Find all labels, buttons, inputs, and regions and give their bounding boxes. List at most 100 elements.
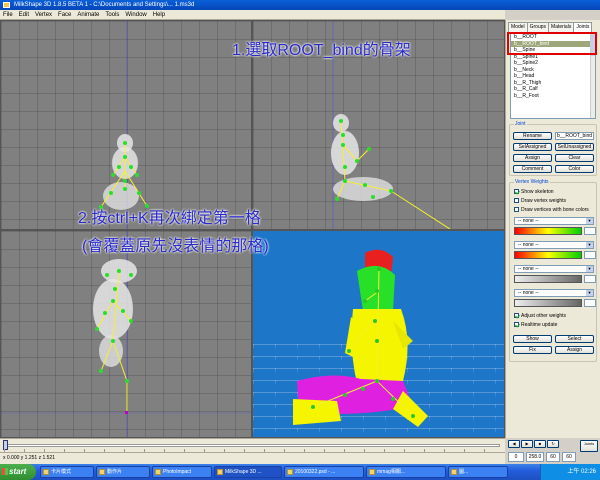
taskbar-item-active[interactable]: MilkShape 3D ... bbox=[214, 466, 282, 478]
folder-icon bbox=[99, 469, 105, 475]
loop-button[interactable]: ↻ bbox=[547, 440, 559, 448]
sel-unassigned-button[interactable]: SelUnassigned bbox=[555, 143, 594, 151]
draw-bone-colors-label: Draw vertices with bone colors bbox=[521, 207, 589, 213]
bone-select-1-value: -- none -- bbox=[518, 218, 539, 224]
frame-fps[interactable]: 60 bbox=[562, 452, 576, 462]
adjust-other-weights-label: Adjust other weights bbox=[521, 313, 567, 319]
rename-button[interactable]: Rename bbox=[513, 132, 552, 140]
start-button[interactable]: start bbox=[0, 464, 36, 480]
menu-help[interactable]: Help bbox=[150, 10, 168, 20]
menu-edit[interactable]: Edit bbox=[16, 10, 32, 20]
milkshape-icon bbox=[217, 469, 223, 475]
frame-start[interactable]: 258.0 bbox=[526, 452, 544, 462]
weight-value-1[interactable] bbox=[584, 227, 596, 235]
checkbox-box[interactable] bbox=[514, 313, 519, 319]
taskbar-item-label: 動作片 bbox=[107, 469, 123, 475]
select-button[interactable]: Select bbox=[555, 335, 594, 343]
taskbar-item-label: 圖... bbox=[459, 469, 469, 475]
chevron-down-icon[interactable]: ▼ bbox=[586, 266, 593, 272]
viewport-3d[interactable] bbox=[252, 230, 505, 438]
viewport-top-left[interactable] bbox=[0, 20, 252, 230]
window-title-bar[interactable]: MilkShape 3D 1.8.5 BETA 1 - C:\Documents… bbox=[0, 0, 600, 10]
start-label: start bbox=[9, 467, 27, 476]
folder-icon bbox=[43, 469, 49, 475]
show-skeleton-label: Show skeleton bbox=[521, 189, 554, 195]
highlight-box bbox=[507, 32, 597, 55]
comment-button[interactable]: Comment bbox=[513, 165, 552, 173]
show-skeleton-checkbox[interactable]: Show skeleton bbox=[514, 189, 554, 196]
chevron-down-icon[interactable]: ▼ bbox=[586, 290, 593, 296]
bone-select-4[interactable]: -- none -- ▼ bbox=[514, 289, 594, 297]
image-icon bbox=[287, 469, 293, 475]
weight-value-3[interactable] bbox=[584, 275, 596, 283]
menu-animate[interactable]: Animate bbox=[74, 10, 102, 20]
weight-value-4[interactable] bbox=[584, 299, 596, 307]
menu-tools[interactable]: Tools bbox=[102, 10, 122, 20]
show-button[interactable]: Show bbox=[513, 335, 552, 343]
weight-slider-2[interactable] bbox=[514, 251, 582, 259]
sel-assigned-button[interactable]: SelAssigned bbox=[513, 143, 552, 151]
animation-timeline[interactable] bbox=[0, 438, 505, 452]
taskbar-item[interactable]: 圖... bbox=[448, 466, 508, 478]
panel-tabs: Model Groups Materials Joints bbox=[508, 22, 598, 32]
taskbar-item[interactable]: 動作片 bbox=[96, 466, 150, 478]
tab-model[interactable]: Model bbox=[508, 22, 528, 32]
realtime-update-checkbox[interactable]: Realtime update bbox=[514, 322, 557, 329]
joints-mode-button[interactable]: Joints bbox=[580, 440, 598, 452]
taskbar-item-label: mmag相關... bbox=[377, 469, 406, 475]
bone-select-3[interactable]: -- none -- ▼ bbox=[514, 265, 594, 273]
clock[interactable]: 上午 02:26 bbox=[567, 469, 596, 475]
draw-vertex-weights-checkbox[interactable]: Draw vertex weights bbox=[514, 198, 566, 205]
vertex-weights-title: Vertex Weights bbox=[514, 179, 550, 185]
weight-slider-3[interactable] bbox=[514, 275, 582, 283]
menu-vertex[interactable]: Vertex bbox=[32, 10, 55, 20]
taskbar-item-label: MilkShape 3D ... bbox=[225, 469, 262, 475]
taskbar-item[interactable]: mmag相關... bbox=[366, 466, 446, 478]
menu-window[interactable]: Window bbox=[122, 10, 149, 20]
play-button[interactable]: ▶ bbox=[521, 440, 533, 448]
bone-select-1[interactable]: -- none -- ▼ bbox=[514, 217, 594, 225]
weight-value-2[interactable] bbox=[584, 251, 596, 259]
viewport-bottom-left[interactable] bbox=[0, 230, 252, 438]
tab-materials[interactable]: Materials bbox=[548, 22, 575, 32]
weight-slider-4[interactable] bbox=[514, 299, 582, 307]
image-icon bbox=[451, 469, 457, 475]
timeline-track[interactable] bbox=[4, 444, 500, 447]
app-icon bbox=[155, 469, 161, 475]
checkbox-box[interactable] bbox=[514, 322, 519, 328]
weight-slider-1[interactable] bbox=[514, 227, 582, 235]
fix-button[interactable]: Fix bbox=[513, 346, 552, 354]
frame-current[interactable]: 0 bbox=[508, 452, 524, 462]
taskbar-item-label: 20100322.psd - ... bbox=[295, 469, 336, 475]
bone-select-3-value: -- none -- bbox=[518, 266, 539, 272]
viewport-bottom-left-canvas bbox=[1, 231, 251, 437]
assign-button[interactable]: Assign bbox=[513, 154, 552, 162]
taskbar-item[interactable]: 卡片模式 bbox=[40, 466, 94, 478]
chevron-down-icon[interactable]: ▼ bbox=[586, 218, 593, 224]
chevron-down-icon[interactable]: ▼ bbox=[586, 242, 593, 248]
joint-item[interactable]: b__R_Foot bbox=[511, 93, 595, 100]
annotation-step-2: 2.按ctrl+K再次綁定第一格 bbox=[78, 210, 261, 227]
browser-icon bbox=[369, 469, 375, 475]
clear-button[interactable]: Clear bbox=[555, 154, 594, 162]
annotation-step-1: 1.選取ROOT_bind的骨架 bbox=[232, 42, 411, 59]
checkbox-box[interactable] bbox=[514, 207, 519, 213]
menu-face[interactable]: Face bbox=[55, 10, 74, 20]
tab-groups[interactable]: Groups bbox=[526, 22, 550, 32]
frame-end[interactable]: 60 bbox=[546, 452, 560, 462]
stop-button[interactable]: ■ bbox=[534, 440, 546, 448]
joint-name-field[interactable]: b__ROOT_bind bbox=[555, 132, 594, 140]
viewport-top-left-canvas bbox=[99, 21, 149, 229]
tab-joints[interactable]: Joints bbox=[573, 22, 593, 32]
checkbox-box[interactable] bbox=[514, 198, 519, 204]
menu-file[interactable]: File bbox=[0, 10, 16, 20]
taskbar-item[interactable]: 20100322.psd - ... bbox=[284, 466, 364, 478]
taskbar-item[interactable]: PhotoImpact bbox=[152, 466, 212, 478]
checkbox-box[interactable] bbox=[514, 189, 519, 195]
weights-assign-button[interactable]: Assign bbox=[555, 346, 594, 354]
play-reverse-button[interactable]: ◀ bbox=[508, 440, 520, 448]
color-button[interactable]: Color bbox=[555, 165, 594, 173]
bone-select-2[interactable]: -- none -- ▼ bbox=[514, 241, 594, 249]
adjust-other-weights-checkbox[interactable]: Adjust other weights bbox=[514, 313, 566, 320]
draw-bone-colors-checkbox[interactable]: Draw vertices with bone colors bbox=[514, 207, 589, 214]
